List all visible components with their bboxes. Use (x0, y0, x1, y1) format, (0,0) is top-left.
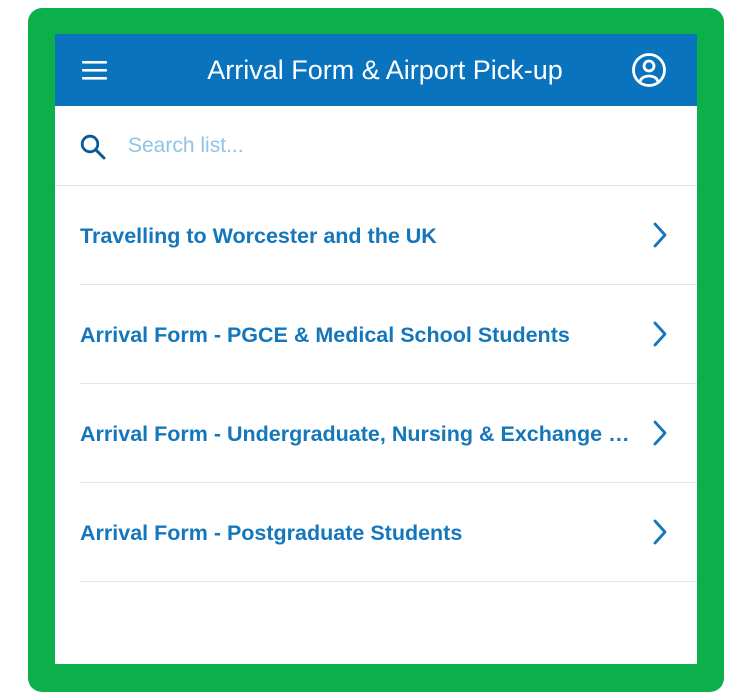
app-header: Arrival Form & Airport Pick-up (55, 34, 697, 106)
search-bar (55, 106, 697, 186)
user-account-icon[interactable] (631, 52, 667, 88)
list-item-label: Arrival Form - Postgraduate Students (80, 521, 463, 545)
chevron-right-icon (653, 420, 667, 446)
page-title: Arrival Form & Airport Pick-up (207, 55, 563, 85)
list-item-travelling[interactable]: Travelling to Worcester and the UK (80, 186, 697, 285)
list-item-label: Arrival Form - Undergraduate, Nursing & … (80, 422, 635, 446)
search-icon (80, 134, 106, 160)
app-screen: Arrival Form & Airport Pick-up Travellin… (55, 34, 697, 664)
list-item-undergraduate[interactable]: Arrival Form - Undergraduate, Nursing & … (80, 384, 697, 483)
chevron-right-icon (653, 519, 667, 545)
search-input[interactable] (128, 128, 648, 164)
list-item-pgce-medical[interactable]: Arrival Form - PGCE & Medical School Stu… (80, 285, 697, 384)
list-item-label: Arrival Form - PGCE & Medical School Stu… (80, 323, 570, 347)
list-item-postgraduate[interactable]: Arrival Form - Postgraduate Students (80, 483, 697, 582)
chevron-right-icon (653, 321, 667, 347)
list-item-label: Travelling to Worcester and the UK (80, 224, 437, 248)
chevron-right-icon (653, 222, 667, 248)
menu-list: Travelling to Worcester and the UK Arriv… (80, 186, 697, 582)
